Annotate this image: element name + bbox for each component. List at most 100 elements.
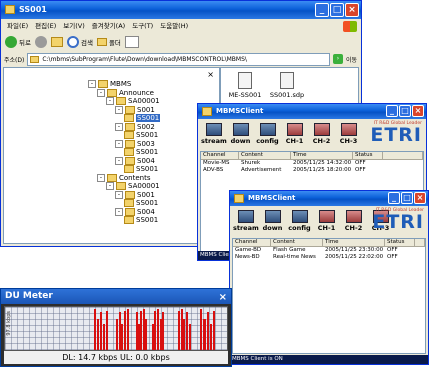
go-button[interactable]: 이동 <box>346 55 361 64</box>
traffic-bar <box>162 312 165 350</box>
minimize-button[interactable]: _ <box>386 105 398 117</box>
tree-item[interactable]: - MBMS <box>88 80 131 88</box>
tree-item[interactable]: - S004 <box>115 156 155 165</box>
expand-toggle-icon[interactable]: - <box>115 122 123 131</box>
search-icon <box>66 36 79 48</box>
tree-item[interactable]: - S002 <box>115 122 155 131</box>
folder-icon <box>124 148 134 156</box>
folder-icon <box>124 216 134 224</box>
menu-edit[interactable]: 편집(E) <box>35 20 56 33</box>
traffic-bar <box>206 312 209 350</box>
close-button[interactable]: × <box>345 3 359 17</box>
tree-item[interactable]: - S001 <box>115 105 155 114</box>
traffic-bar <box>203 319 206 350</box>
mbms-client-window: MBMSClient _ □ × stream down config CH-1… <box>229 190 429 365</box>
tree-item[interactable]: SS001 <box>124 165 158 173</box>
app-icon <box>234 194 244 203</box>
tree-item[interactable]: - S004 <box>115 207 155 216</box>
ch1-button[interactable]: CH-1 <box>282 121 307 150</box>
du-meter-titlebar[interactable]: DU Meter × <box>1 289 231 304</box>
expand-toggle-icon[interactable]: - <box>115 207 123 216</box>
client-titlebar[interactable]: MBMSClient _ □ × <box>198 104 426 119</box>
down-button[interactable]: down <box>228 121 253 150</box>
ch1-button[interactable]: CH-1 <box>314 208 339 237</box>
tree-item[interactable]: - Contents <box>97 173 151 182</box>
traffic-bar <box>96 319 99 350</box>
tree-item[interactable]: SS001 <box>124 199 158 207</box>
tree-item[interactable]: - Announce <box>97 88 154 97</box>
search-button[interactable]: 검색 <box>66 36 93 48</box>
tree-item-label: S001 <box>137 105 155 114</box>
ch2-button[interactable]: CH-2 <box>341 208 366 237</box>
expand-toggle-icon[interactable]: - <box>97 173 105 182</box>
tree-item[interactable]: SS001 <box>124 148 158 156</box>
ch2-button[interactable]: CH-2 <box>309 121 334 150</box>
menu-help[interactable]: 도움말(H) <box>160 20 188 33</box>
ch3-button[interactable]: CH-3 <box>336 121 361 150</box>
table-row[interactable]: Game-BD Flash Game 2005/11/25 23:30:00 O… <box>233 247 425 254</box>
tree-item[interactable]: SS001 <box>124 114 161 122</box>
folders-icon <box>96 38 107 46</box>
tree-item[interactable]: - S001 <box>115 190 155 199</box>
expand-toggle-icon[interactable]: - <box>97 88 105 97</box>
traffic-bar <box>188 324 191 350</box>
menu-view[interactable]: 보기(V) <box>63 20 84 33</box>
expand-toggle-icon[interactable]: - <box>106 97 114 105</box>
up-folder-icon[interactable] <box>50 37 63 47</box>
tree-item[interactable]: - SA00001 <box>106 182 160 190</box>
expand-toggle-icon[interactable]: - <box>115 156 123 165</box>
expand-toggle-icon[interactable]: - <box>115 190 123 199</box>
menu-tools[interactable]: 도구(T) <box>132 20 153 33</box>
menu-file[interactable]: 파일(E) <box>7 20 28 33</box>
table-header: Channel Content Time Status <box>233 239 425 247</box>
tree-item[interactable]: - SA00001 <box>106 97 160 105</box>
stream-button[interactable]: stream <box>201 121 227 150</box>
file-item[interactable]: SS001.sdp <box>265 72 309 99</box>
forward-button[interactable] <box>34 36 47 48</box>
close-button[interactable]: × <box>414 192 426 204</box>
maximize-button[interactable]: □ <box>401 192 413 204</box>
minimize-button[interactable]: _ <box>315 3 329 17</box>
expand-toggle-icon[interactable]: - <box>115 139 123 148</box>
explorer-title: SS001 <box>19 5 47 14</box>
folder-icon <box>107 88 117 97</box>
close-icon[interactable]: × <box>219 290 227 305</box>
file-item[interactable]: ME-SS001 <box>223 72 267 99</box>
maximize-button[interactable]: □ <box>399 105 411 117</box>
expand-toggle-icon[interactable]: - <box>88 80 96 88</box>
tree-item-label: SA00001 <box>128 182 160 190</box>
table-row[interactable]: ADV-BS Advertisement 2005/11/25 18:20:00… <box>201 167 423 174</box>
down-button[interactable]: down <box>260 208 285 237</box>
minimize-button[interactable]: _ <box>388 192 400 204</box>
tree-item[interactable]: SS001 <box>124 216 158 224</box>
menu-favorites[interactable]: 즐겨찾기(A) <box>92 20 125 33</box>
tree-item[interactable]: - S003 <box>115 139 155 148</box>
du-meter-status: DL: 14.7 kbps UL: 0.0 kbps <box>4 351 228 364</box>
close-button[interactable]: × <box>412 105 424 117</box>
folder-icon <box>125 190 135 199</box>
tree-item-label: S001 <box>137 190 155 199</box>
client-titlebar[interactable]: MBMSClient _ □ × <box>230 191 428 206</box>
config-icon <box>259 123 276 136</box>
tree-item-label: SS001 <box>136 165 159 173</box>
back-button[interactable]: 뒤로 <box>5 36 31 48</box>
config-button[interactable]: config <box>255 121 280 150</box>
maximize-button[interactable]: □ <box>330 3 344 17</box>
expand-toggle-icon[interactable]: - <box>106 182 114 190</box>
folder-icon <box>98 80 108 88</box>
table-row[interactable]: News-BD Real-time News 2005/11/25 22:02:… <box>233 254 425 261</box>
address-input[interactable]: C:\mbms\SubProgram\Flute\Down\download\M… <box>27 52 330 66</box>
explorer-titlebar[interactable]: SS001 _ □ × <box>1 1 361 19</box>
tree-item[interactable]: SS001 <box>124 131 158 139</box>
expand-toggle-icon[interactable]: - <box>115 105 123 114</box>
go-arrow-icon[interactable]: › <box>332 54 343 64</box>
folder-icon <box>125 105 135 114</box>
config-button[interactable]: config <box>287 208 312 237</box>
stream-button[interactable]: stream <box>233 208 259 237</box>
close-icon[interactable]: × <box>207 70 214 79</box>
table-row[interactable]: Movie-MS Shurek 2005/11/25 14:32:00 OFF <box>201 160 423 167</box>
folders-button[interactable]: 폴더 <box>96 37 121 47</box>
stream-icon <box>205 123 222 136</box>
views-button[interactable] <box>124 36 139 48</box>
folder-icon <box>125 207 135 216</box>
